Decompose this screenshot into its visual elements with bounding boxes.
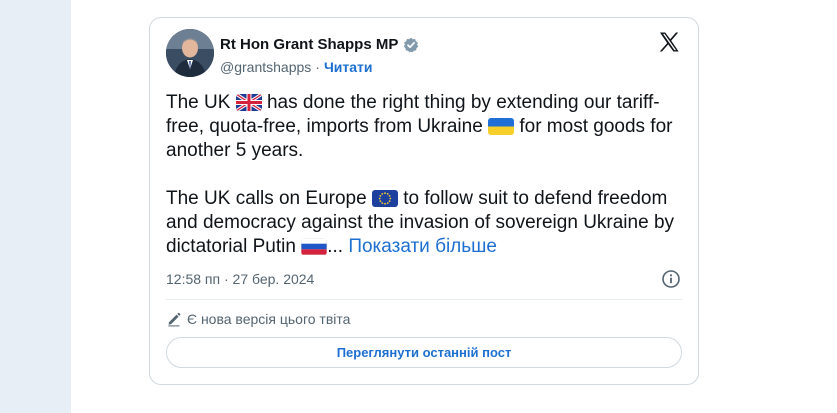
- show-more-link[interactable]: Показати більше: [348, 236, 497, 257]
- tweet-timestamp[interactable]: 12:58 пп · 27 бер. 2024: [166, 271, 314, 287]
- russia-flag-icon: [301, 238, 328, 255]
- pencil-icon: [166, 311, 182, 327]
- info-icon[interactable]: [661, 269, 681, 289]
- handle-row: @grantshapps · Читати: [220, 59, 373, 75]
- uk-flag-icon: [235, 94, 262, 111]
- edited-notice-text: Є нова версія цього твіта: [187, 311, 351, 327]
- tweet-text: The UK has done the right thing by exten…: [166, 91, 686, 259]
- eu-flag-icon: [371, 190, 398, 207]
- divider: [166, 299, 682, 300]
- edited-notice: Є нова версія цього твіта: [166, 311, 350, 327]
- left-sidebar-rail: [0, 0, 71, 413]
- tweet-paragraph-1: The UK has done the right thing by exten…: [166, 92, 673, 161]
- embedded-tweet-card[interactable]: Rt Hon Grant Shapps MP @grantshapps · Чи…: [149, 17, 699, 385]
- tweet-paragraph-2: The UK calls on Europe to follow suit to…: [166, 188, 675, 257]
- author-name[interactable]: Rt Hon Grant Shapps MP: [220, 36, 398, 53]
- avatar[interactable]: [166, 29, 214, 77]
- ukraine-flag-icon: [488, 118, 515, 135]
- verified-badge-icon: [403, 37, 419, 53]
- view-latest-post-button[interactable]: Переглянути останній пост: [166, 337, 682, 368]
- author-handle[interactable]: @grantshapps: [220, 59, 311, 75]
- author-name-row: Rt Hon Grant Shapps MP: [220, 36, 419, 53]
- x-logo-icon[interactable]: [657, 30, 681, 54]
- separator-dot: ·: [315, 59, 320, 75]
- follow-link[interactable]: Читати: [324, 59, 373, 75]
